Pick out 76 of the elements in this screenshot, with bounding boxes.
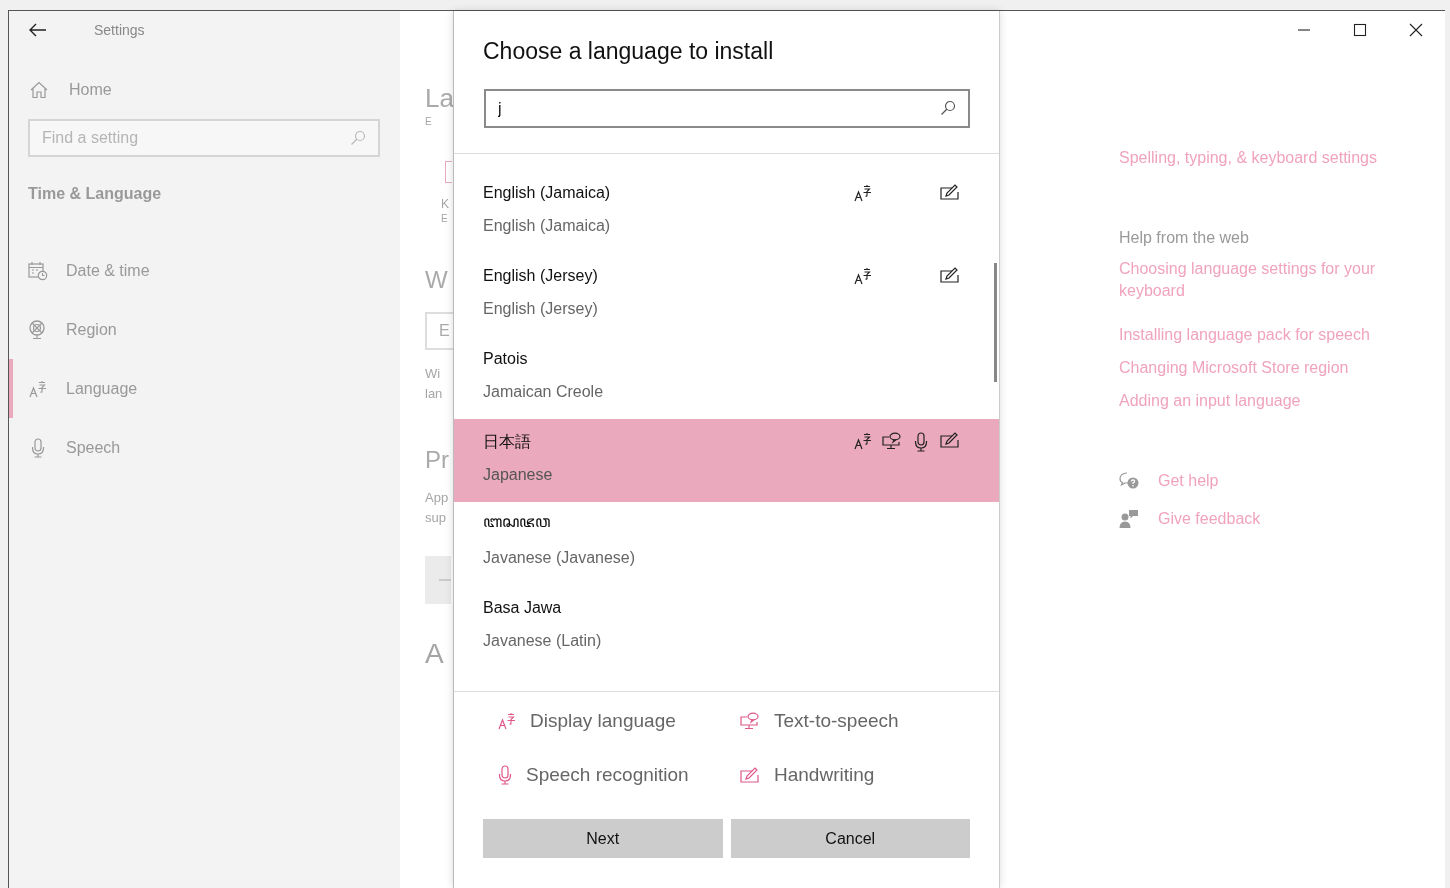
language-option[interactable]: Basa Jawa Javanese (Latin) — [454, 585, 999, 668]
pen-icon — [740, 767, 760, 783]
help-link[interactable]: Installing language pack for speech — [1119, 324, 1370, 346]
legend-label: Handwriting — [774, 764, 875, 786]
page-text: Wi lan — [425, 365, 443, 403]
language-name: English (Jamaica) — [483, 184, 611, 202]
language-description: Jamaican Creole — [483, 383, 604, 401]
page-text: App sup — [425, 489, 449, 527]
pen-icon — [939, 184, 960, 200]
chat-help-icon — [1119, 472, 1139, 490]
legend-label: Text-to-speech — [774, 710, 899, 732]
language-icon — [853, 267, 872, 285]
page-text: A — [425, 638, 444, 670]
language-description: Javanese (Javanese) — [483, 549, 636, 567]
language-name: Patois — [483, 350, 528, 368]
microphone-icon — [31, 437, 45, 458]
help-link[interactable]: Changing Microsoft Store region — [1119, 357, 1349, 379]
language-option[interactable]: English (Jamaica) English (Jamaica) — [454, 170, 999, 253]
window-title: Settings — [94, 22, 145, 38]
cancel-button[interactable]: Cancel — [730, 819, 970, 858]
legend-label: Display language — [530, 710, 676, 732]
language-name: ꦧꦱꦗꦮ — [483, 511, 550, 532]
settings-link[interactable]: Spelling, typing, & keyboard settings — [1119, 147, 1377, 169]
language-name: Basa Jawa — [483, 599, 562, 617]
search-field[interactable]: j — [484, 89, 970, 128]
pen-icon — [939, 267, 960, 283]
microphone-icon — [913, 432, 928, 452]
language-description: Javanese (Latin) — [483, 632, 602, 650]
nav-item[interactable]: Language — [9, 359, 400, 418]
nav-item[interactable]: Region — [5, 300, 400, 359]
help-link[interactable]: Choosing language settings for your keyboard — [1119, 258, 1409, 302]
microphone-icon — [498, 765, 512, 785]
search-icon — [350, 130, 366, 146]
language-icon — [29, 379, 47, 398]
page-text: K — [441, 197, 449, 211]
search-field[interactable]: Find a setting — [28, 119, 380, 157]
help-link[interactable]: Adding an input language — [1119, 390, 1301, 412]
language-name: 日本語 — [483, 431, 531, 452]
language-icon — [853, 432, 872, 450]
language-description: English (Jamaica) — [483, 217, 611, 235]
section-heading: W — [425, 266, 448, 294]
section-heading: Time & Language — [28, 185, 162, 203]
monitor-speech-icon — [740, 712, 760, 730]
scrollbar[interactable] — [994, 263, 997, 382]
dialog-title: Choose a language to install — [483, 38, 774, 65]
calendar-icon — [28, 260, 48, 281]
globe-icon — [28, 319, 48, 340]
legend-label: Speech recognition — [526, 764, 689, 786]
language-description: English (Jersey) — [483, 300, 598, 318]
language-description: Japanese — [483, 466, 553, 484]
monitor-speech-icon — [881, 432, 902, 450]
language-option[interactable]: Patois Jamaican Creole — [454, 336, 999, 419]
section-heading: Pr — [425, 446, 449, 474]
pen-icon — [939, 432, 960, 448]
search-icon — [940, 100, 956, 116]
home-nav-item[interactable]: Home — [29, 81, 112, 99]
home-icon — [29, 81, 49, 99]
language-icon — [498, 712, 516, 730]
close-icon[interactable] — [1409, 23, 1423, 37]
language-option[interactable]: ꦧꦱꦗꦮ Javanese (Javanese) — [454, 502, 999, 585]
language-name: English (Jersey) — [483, 267, 598, 285]
nav-item[interactable]: Speech — [5, 418, 400, 477]
page-text: E — [425, 116, 432, 127]
get-help-link[interactable]: Get help — [1158, 470, 1219, 492]
maximize-icon[interactable] — [1353, 23, 1367, 37]
feedback-link[interactable]: Give feedback — [1158, 508, 1261, 530]
language-option[interactable]: 日本語 Japanese — [454, 419, 999, 502]
back-icon[interactable] — [29, 23, 47, 37]
next-button[interactable]: Next — [483, 819, 723, 858]
language-icon — [853, 184, 872, 202]
page-title: La — [425, 83, 454, 114]
section-heading: Help from the web — [1119, 229, 1249, 247]
language-option[interactable]: English (Jersey) English (Jersey) — [454, 253, 999, 336]
nav-item[interactable]: Date & time — [5, 241, 400, 300]
feedback-icon — [1119, 509, 1139, 529]
page-text: E — [441, 213, 448, 224]
